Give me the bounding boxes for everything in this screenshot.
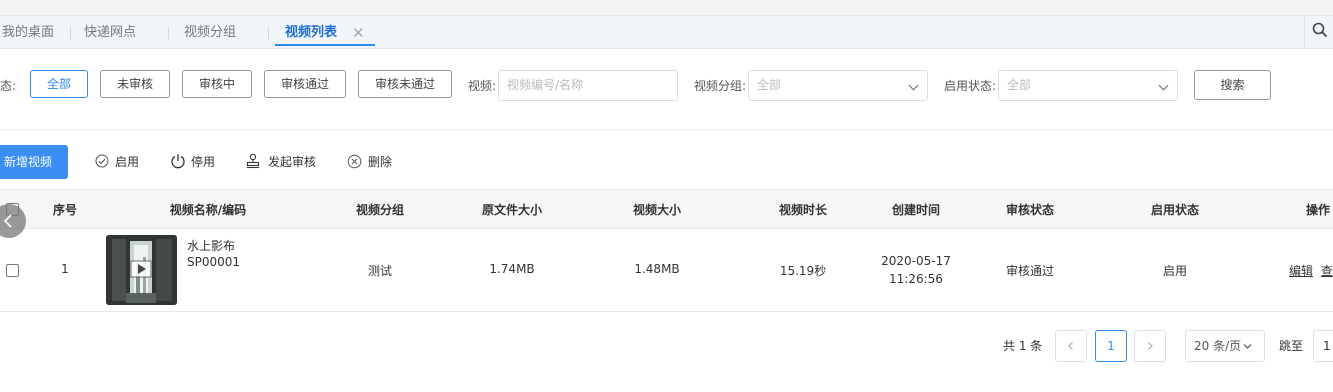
status-rejected-button[interactable]: 审核未通过 [358,70,452,98]
delete-button[interactable]: 删除 [347,152,397,172]
chevron-left-icon [3,214,12,228]
header-index: 序号 [52,203,77,217]
close-circle-icon [347,154,362,169]
delete-label: 删除 [368,155,393,169]
chevron-left-icon [1068,342,1073,350]
video-size: 1.48MB [634,262,680,276]
check-circle-icon [95,154,109,168]
video-name: 水上影布 [187,239,236,253]
edit-link[interactable]: 编辑 [1289,264,1313,278]
header-review-status: 审核状态 [1005,203,1054,217]
video-duration: 15.19秒 [779,264,827,278]
header-original-size: 原文件大小 [481,203,542,217]
status-all-button[interactable]: 全部 [30,70,88,98]
power-icon [171,154,185,169]
header-video-size: 视频大小 [632,203,681,217]
page-1-button[interactable]: 1 [1095,330,1127,362]
enable-status-select[interactable]: 全部 [998,70,1178,101]
video-thumbnail-image [106,235,177,305]
page-size-select[interactable]: 20 条/页 [1185,330,1265,362]
header-group: 视频分组 [355,203,404,217]
submit-review-button[interactable]: 发起审核 [245,152,325,172]
view-link[interactable]: 查 [1321,264,1333,278]
group-select[interactable]: 全部 [748,70,928,101]
disable-button[interactable]: 停用 [170,152,220,172]
status-approved-button[interactable]: 审核通过 [264,70,346,98]
review-status: 审核通过 [1005,264,1054,278]
group-select-value: 全部 [757,78,782,92]
status-reviewing-button[interactable]: 审核中 [182,70,252,98]
pagination-total: 共 1 条 [1003,339,1043,353]
table-header: 序号 视频名称/编码 视频分组 原文件大小 视频大小 视频时长 创建时间 审核状… [0,189,1333,229]
enable-select-value: 全部 [1007,78,1032,92]
row-checkbox[interactable] [6,264,19,277]
group-filter-label: 视频分组: [694,79,747,93]
header-created-time: 创建时间 [891,203,940,217]
video-group: 测试 [367,264,392,278]
status-unreviewed-button[interactable]: 未审核 [100,70,170,98]
created-time: 11:26:56 [889,272,943,286]
chevron-down-icon [908,80,919,91]
jump-page-input[interactable]: 1 [1313,330,1333,362]
tab-divider [70,27,71,40]
header-enable-status: 启用状态 [1150,203,1199,217]
table-row: 1 水上影布 SP00001 测试 1.74MB 1.48MB 15.19秒 2… [0,229,1333,312]
tab-desktop[interactable]: 我的桌面 [2,16,54,49]
tab-bar-divider [1304,16,1305,49]
tab-bar: 我的桌面 快递网点 视频分组 视频列表 [0,16,1333,49]
disable-label: 停用 [191,155,216,169]
video-code: SP00001 [187,255,241,269]
section-divider [0,129,1333,130]
status-filter-label: 态: [0,79,17,93]
enable-label: 启用 [115,155,140,169]
next-page-button[interactable] [1134,330,1166,362]
row-index: 1 [61,262,69,276]
stamp-icon [246,153,260,169]
submit-review-label: 发起审核 [268,155,317,169]
tab-express-outlets[interactable]: 快递网点 [84,16,136,49]
header-duration: 视频时长 [778,203,827,217]
tab-divider [168,27,169,40]
prev-page-button[interactable] [1055,330,1087,362]
chevron-right-icon [1148,342,1153,350]
chevron-down-icon [1158,80,1169,91]
video-search-input[interactable]: 视频编号/名称 [498,70,678,101]
enable-filter-label: 启用状态: [944,79,997,93]
search-icon[interactable] [1312,22,1328,38]
enable-button[interactable]: 启用 [95,152,145,172]
jump-label: 跳至 [1279,339,1304,353]
enable-status: 启用 [1162,264,1187,278]
window-top-strip [0,0,1333,16]
add-video-button[interactable]: 新增视频 [0,145,68,179]
header-actions: 操作 [1305,203,1330,217]
close-icon[interactable]: ✕ [352,16,365,49]
chevron-down-icon [1243,344,1252,349]
video-thumbnail[interactable] [106,235,177,305]
page-size-value: 20 条/页 [1194,339,1242,353]
tab-video-groups[interactable]: 视频分组 [184,16,236,49]
tab-divider [268,27,269,40]
header-name-code: 视频名称/编码 [169,203,247,217]
video-filter-label: 视频: [468,79,497,93]
action-links: 编辑 查 [1289,262,1333,279]
created-date: 2020-05-17 [881,254,951,268]
search-button[interactable]: 搜索 [1194,70,1271,100]
back-button[interactable] [0,204,26,238]
original-file-size: 1.74MB [489,262,535,276]
